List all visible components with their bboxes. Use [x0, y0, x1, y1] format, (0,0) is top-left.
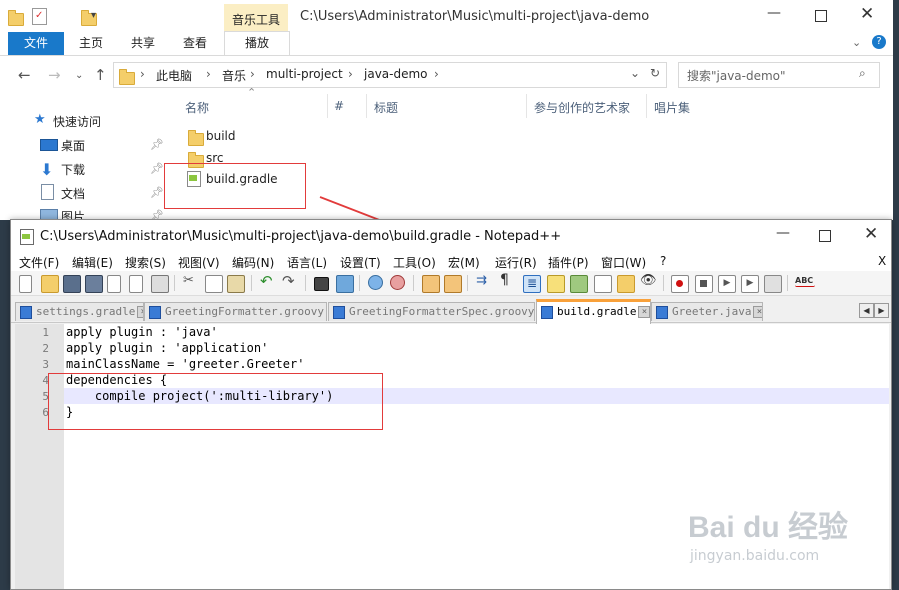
- code-line[interactable]: apply plugin : 'java': [66, 325, 218, 339]
- line-number: 5: [42, 390, 49, 403]
- tab-label: build.gradle: [557, 305, 637, 318]
- redo-icon[interactable]: ↷: [282, 272, 298, 290]
- copy-icon[interactable]: [205, 275, 223, 293]
- watermark-url: jingyan.baidu.com: [690, 548, 820, 564]
- paste-icon[interactable]: [227, 275, 245, 293]
- menu-search[interactable]: 搜索(S): [125, 254, 166, 271]
- indent-guide-icon[interactable]: ≣: [523, 275, 541, 293]
- toolbar-separator: [251, 275, 252, 291]
- file-icon: [656, 305, 668, 319]
- tab-label: GreetingFormatterSpec.groovy: [349, 305, 535, 318]
- tab-close-icon[interactable]: ×: [137, 306, 143, 318]
- menu-settings[interactable]: 设置(T): [340, 254, 381, 271]
- record-macro-icon[interactable]: [671, 275, 689, 293]
- tab-close-icon[interactable]: ×: [753, 306, 762, 318]
- notepad-titlebar: C:\Users\Administrator\Music\multi-proje…: [11, 220, 891, 252]
- menu-macro[interactable]: 宏(M): [448, 254, 480, 271]
- minimize-icon[interactable]: —: [776, 225, 790, 241]
- show-all-chars-icon[interactable]: ¶: [500, 272, 516, 288]
- line-number: 3: [42, 358, 49, 371]
- tab-settings-gradle[interactable]: settings.gradle×: [15, 302, 144, 321]
- folder-as-workspace-icon[interactable]: [617, 275, 635, 293]
- menu-plugins[interactable]: 插件(P): [548, 254, 589, 271]
- tab-scroll-left-icon[interactable]: ◀: [859, 303, 874, 318]
- save-all-icon[interactable]: [85, 275, 103, 293]
- sync-horizontal-icon[interactable]: [444, 275, 462, 293]
- line-number: 2: [42, 342, 49, 355]
- spell-check-icon[interactable]: ABC: [795, 276, 815, 287]
- tab-greetingformatterspec-groovy[interactable]: GreetingFormatterSpec.groovy ×: [328, 302, 535, 321]
- tab-close-icon[interactable]: ×: [325, 306, 326, 318]
- udl-icon[interactable]: [547, 275, 565, 293]
- menu-language[interactable]: 语言(L): [287, 254, 327, 271]
- tab-close-icon[interactable]: ×: [638, 306, 650, 318]
- close-document-icon[interactable]: X: [878, 254, 886, 268]
- print-icon[interactable]: [151, 275, 169, 293]
- new-file-icon[interactable]: [19, 275, 32, 293]
- maximize-icon[interactable]: [819, 230, 831, 242]
- tab-greetingformatter-groovy[interactable]: GreetingFormatter.groovy×: [144, 302, 327, 321]
- menu-edit[interactable]: 编辑(E): [72, 254, 113, 271]
- menu-file[interactable]: 文件(F): [19, 254, 59, 271]
- line-number-gutter: 1 2 3 4 5 6: [15, 324, 64, 589]
- sync-vertical-icon[interactable]: [422, 275, 440, 293]
- play-macro-icon[interactable]: ▶: [718, 275, 736, 293]
- open-file-icon[interactable]: [41, 275, 59, 293]
- tab-label: settings.gradle: [36, 305, 136, 318]
- toolbar-separator: [174, 275, 175, 291]
- notepad-app-icon: [20, 229, 34, 245]
- zoom-out-icon[interactable]: [390, 275, 405, 290]
- monitoring-icon[interactable]: 👁︎: [640, 273, 657, 289]
- code-line[interactable]: apply plugin : 'application': [66, 341, 268, 355]
- window-title: C:\Users\Administrator\Music\multi-proje…: [40, 229, 562, 244]
- menu-bar: 文件(F) 编辑(E) 搜索(S) 视图(V) 编码(N) 语言(L) 设置(T…: [11, 252, 891, 271]
- line-number: 1: [42, 326, 49, 339]
- word-wrap-icon[interactable]: ⇉: [476, 273, 492, 289]
- code-line[interactable]: mainClassName = 'greeter.Greeter': [66, 357, 304, 371]
- menu-window[interactable]: 窗口(W): [601, 254, 646, 271]
- watermark-brand: Bai du 经验: [688, 511, 849, 544]
- tab-scroll-right-icon[interactable]: ▶: [874, 303, 889, 318]
- menu-tools[interactable]: 工具(O): [393, 254, 436, 271]
- menu-encoding[interactable]: 编码(N): [232, 254, 274, 271]
- file-icon: [541, 305, 553, 319]
- save-macro-icon[interactable]: [764, 275, 782, 293]
- menu-help[interactable]: ?: [660, 254, 666, 268]
- toolbar-separator: [413, 275, 414, 291]
- function-list-icon[interactable]: [594, 275, 612, 293]
- undo-icon[interactable]: ↶: [260, 272, 276, 290]
- close-file-icon[interactable]: [107, 275, 121, 293]
- replace-icon[interactable]: [336, 275, 354, 293]
- menu-view[interactable]: 视图(V): [178, 254, 220, 271]
- file-icon: [149, 305, 161, 319]
- document-tabs: settings.gradle× GreetingFormatter.groov…: [11, 296, 891, 324]
- save-icon[interactable]: [63, 275, 81, 293]
- toolbar-separator: [787, 275, 788, 291]
- doc-map-icon[interactable]: [570, 275, 588, 293]
- line-number: 6: [42, 406, 49, 419]
- file-icon: [333, 305, 345, 319]
- cut-icon[interactable]: ✂: [183, 273, 199, 289]
- file-icon: [20, 305, 32, 319]
- close-icon[interactable]: ✕: [864, 224, 878, 244]
- tab-build-gradle[interactable]: build.gradle ×: [536, 299, 651, 324]
- baidu-watermark: Bai du 经验 jingyan.baidu.com: [688, 502, 868, 574]
- tab-label: Greeter.java: [672, 305, 752, 318]
- toolbar-separator: [467, 275, 468, 291]
- close-all-icon[interactable]: [129, 275, 143, 293]
- find-icon[interactable]: [314, 277, 329, 291]
- toolbar-separator: [305, 275, 306, 291]
- tab-greeter-java[interactable]: Greeter.java ×: [651, 302, 763, 321]
- zoom-in-icon[interactable]: [368, 275, 383, 290]
- toolbar: ✂ ↶ ↷ ⇉ ¶ ≣ 👁︎ ▶ ▶ ABC: [11, 271, 891, 296]
- run-macro-multiple-icon[interactable]: ▶: [741, 275, 759, 293]
- tab-label: GreetingFormatter.groovy: [165, 305, 324, 318]
- toolbar-separator: [359, 275, 360, 291]
- line-number: 4: [42, 374, 49, 387]
- toolbar-separator: [663, 275, 664, 291]
- stop-macro-icon[interactable]: [695, 275, 713, 293]
- annotation-box: [48, 373, 383, 430]
- menu-run[interactable]: 运行(R): [495, 254, 537, 271]
